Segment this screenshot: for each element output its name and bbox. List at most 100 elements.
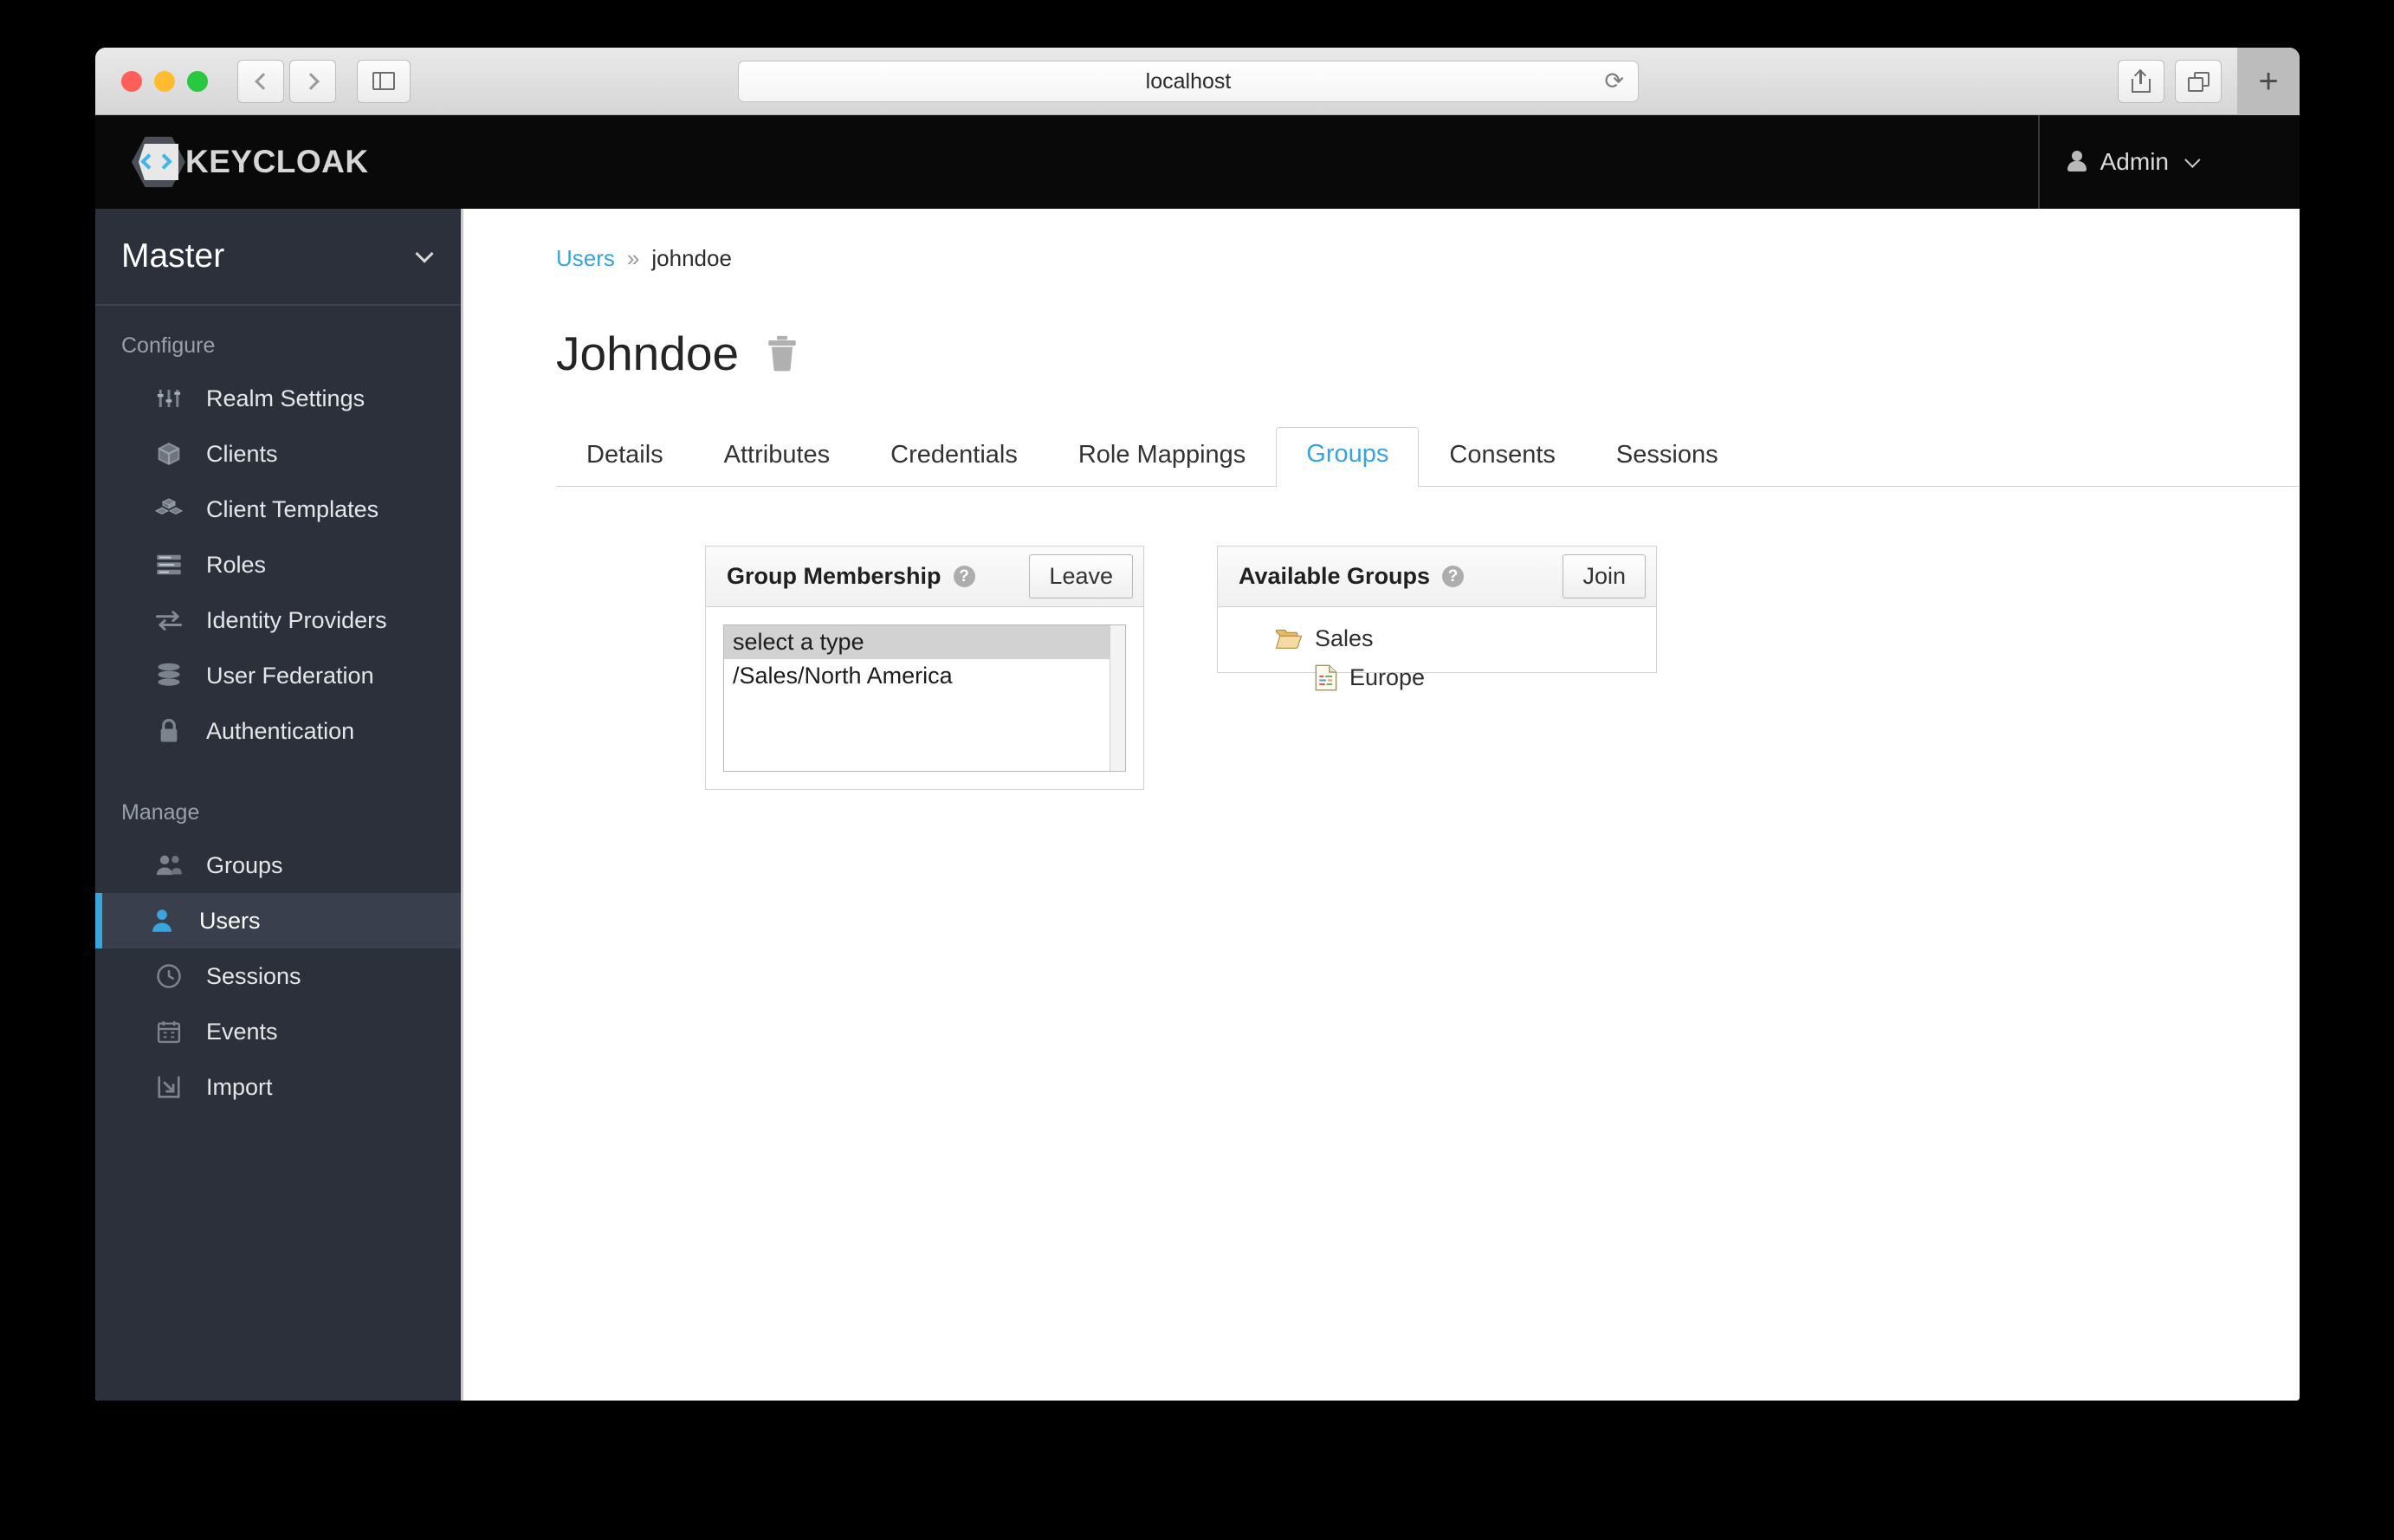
breadcrumb-users-link[interactable]: Users — [556, 245, 615, 272]
question-mark-icon[interactable]: ? — [1442, 566, 1465, 587]
sidebar-item-users[interactable]: Users — [95, 893, 461, 948]
exchange-arrows-icon — [154, 609, 184, 631]
tab-role-mappings[interactable]: Role Mappings — [1048, 428, 1276, 487]
chevron-down-icon — [2184, 151, 2201, 168]
database-icon — [154, 663, 184, 689]
tab-details[interactable]: Details — [556, 428, 694, 487]
cube-icon — [154, 441, 184, 467]
tabs-overview-button[interactable] — [2175, 60, 2222, 103]
content-area: Users » johndoe Johndoe Details Attribut… — [466, 209, 2300, 1401]
url-text: localhost — [1145, 68, 1232, 94]
sidebar-item-realm-settings[interactable]: Realm Settings — [95, 371, 461, 426]
user-tabs: Details Attributes Credentials Role Mapp… — [556, 426, 2300, 487]
sidebar-toggle-button[interactable] — [357, 59, 411, 103]
trash-icon[interactable] — [767, 335, 798, 372]
share-icon — [2132, 68, 2151, 93]
sidebar-item-label: Sessions — [206, 962, 301, 989]
document-icon — [1315, 664, 1337, 691]
user-icon — [2067, 151, 2087, 173]
listbox-scrollbar[interactable] — [1110, 625, 1125, 771]
new-tab-button[interactable]: + — [2237, 48, 2300, 115]
list-icon — [154, 553, 184, 576]
browser-window: localhost ⟳ + KEYCLOAK Admin Master Conf… — [95, 48, 2300, 1401]
nav-section-configure-title: Configure — [121, 333, 216, 358]
leave-button[interactable]: Leave — [1029, 554, 1133, 599]
tree-node-europe[interactable]: Europe — [1275, 658, 1656, 697]
sidebar-item-authentication[interactable]: Authentication — [95, 703, 461, 759]
keycloak-hex-icon — [132, 135, 185, 189]
sidebar-item-label: Events — [206, 1018, 278, 1045]
tree-node-label: Sales — [1315, 625, 1374, 651]
sidebar-item-groups[interactable]: Groups — [95, 838, 461, 893]
sidebar-toggle-icon — [372, 72, 395, 90]
keycloak-header: KEYCLOAK Admin — [95, 115, 2300, 209]
sidebar-item-sessions[interactable]: Sessions — [95, 948, 461, 1004]
tab-groups[interactable]: Groups — [1276, 427, 1420, 487]
users-group-icon — [154, 853, 184, 877]
keycloak-page: KEYCLOAK Admin Success! Added group memb… — [95, 115, 2300, 1401]
keycloak-logo[interactable]: KEYCLOAK — [132, 135, 369, 189]
maximize-window-button[interactable] — [187, 70, 208, 92]
sidebar-toggle-group — [357, 59, 411, 103]
nav-section-manage-title: Manage — [121, 800, 200, 825]
toolbar-right-tools — [2118, 60, 2222, 103]
group-membership-listbox[interactable]: select a type /Sales/North America — [723, 624, 1126, 772]
sidebar-item-label: Identity Providers — [206, 606, 387, 633]
sidebar-item-label: Authentication — [206, 717, 355, 744]
sidebar-item-label: Groups — [206, 851, 283, 878]
realm-name-label: Master — [121, 237, 225, 275]
sidebar-item-events[interactable]: Events — [95, 1004, 461, 1059]
tab-consents[interactable]: Consents — [1419, 428, 1586, 487]
chevron-left-icon — [254, 72, 272, 90]
sidebar-item-user-federation[interactable]: User Federation — [95, 648, 461, 703]
minimize-window-button[interactable] — [154, 70, 175, 92]
sidebar-item-label: Clients — [206, 440, 278, 467]
sidebar-item-clients[interactable]: Clients — [95, 426, 461, 482]
tabs-overview-icon — [2187, 71, 2210, 92]
list-item[interactable]: /Sales/North America — [724, 659, 1125, 693]
available-groups-tree: Sales Europe — [1218, 607, 1656, 697]
sidebar-item-label: Users — [199, 907, 261, 934]
sidebar-item-client-templates[interactable]: Client Templates — [95, 482, 461, 537]
sidebar-item-roles[interactable]: Roles — [95, 537, 461, 592]
open-folder-icon — [1275, 628, 1303, 650]
reload-icon[interactable]: ⟳ — [1604, 69, 1624, 94]
groups-panels: Group Membership ? Leave select a type /… — [705, 546, 2300, 790]
share-button[interactable] — [2118, 60, 2164, 103]
sidebar: Master Configure Realm Settings Clients … — [95, 209, 463, 1401]
breadcrumb-separator: » — [626, 245, 640, 271]
available-groups-panel: Available Groups ? Join Sales Europe — [1217, 546, 1657, 691]
address-bar[interactable]: localhost ⟳ — [738, 61, 1639, 102]
sidebar-item-identity-providers[interactable]: Identity Providers — [95, 592, 461, 648]
back-button[interactable] — [237, 59, 284, 103]
sidebar-item-import[interactable]: Import — [95, 1059, 461, 1115]
window-controls — [121, 70, 208, 92]
question-mark-icon[interactable]: ? — [953, 566, 975, 587]
user-menu[interactable]: Admin — [2037, 115, 2300, 209]
user-name-label: Admin — [2100, 148, 2169, 175]
sidebar-item-label: Client Templates — [206, 495, 379, 522]
forward-button[interactable] — [289, 59, 336, 103]
keycloak-wordmark: KEYCLOAK — [185, 144, 369, 179]
sidebar-item-label: User Federation — [206, 662, 374, 689]
chevron-down-icon — [415, 243, 434, 263]
realm-selector[interactable]: Master — [95, 209, 461, 306]
tab-credentials[interactable]: Credentials — [860, 428, 1048, 487]
breadcrumb: Users » johndoe — [556, 245, 2300, 272]
list-item[interactable]: select a type — [724, 625, 1125, 659]
browser-toolbar: localhost ⟳ + — [95, 48, 2300, 115]
import-arrow-icon — [154, 1074, 184, 1100]
sliders-icon — [154, 385, 184, 411]
tab-sessions[interactable]: Sessions — [1586, 428, 1749, 487]
sidebar-item-label: Roles — [206, 551, 267, 578]
tree-node-sales[interactable]: Sales — [1275, 619, 1656, 658]
clock-icon — [154, 963, 184, 989]
close-window-button[interactable] — [121, 70, 142, 92]
sidebar-item-label: Import — [206, 1073, 273, 1100]
group-membership-panel: Group Membership ? Leave select a type /… — [705, 546, 1144, 790]
user-icon — [147, 909, 177, 933]
join-button[interactable]: Join — [1563, 554, 1646, 599]
page-title-row: Johndoe — [556, 326, 2300, 381]
tab-attributes[interactable]: Attributes — [694, 428, 861, 487]
calendar-icon — [154, 1019, 184, 1045]
